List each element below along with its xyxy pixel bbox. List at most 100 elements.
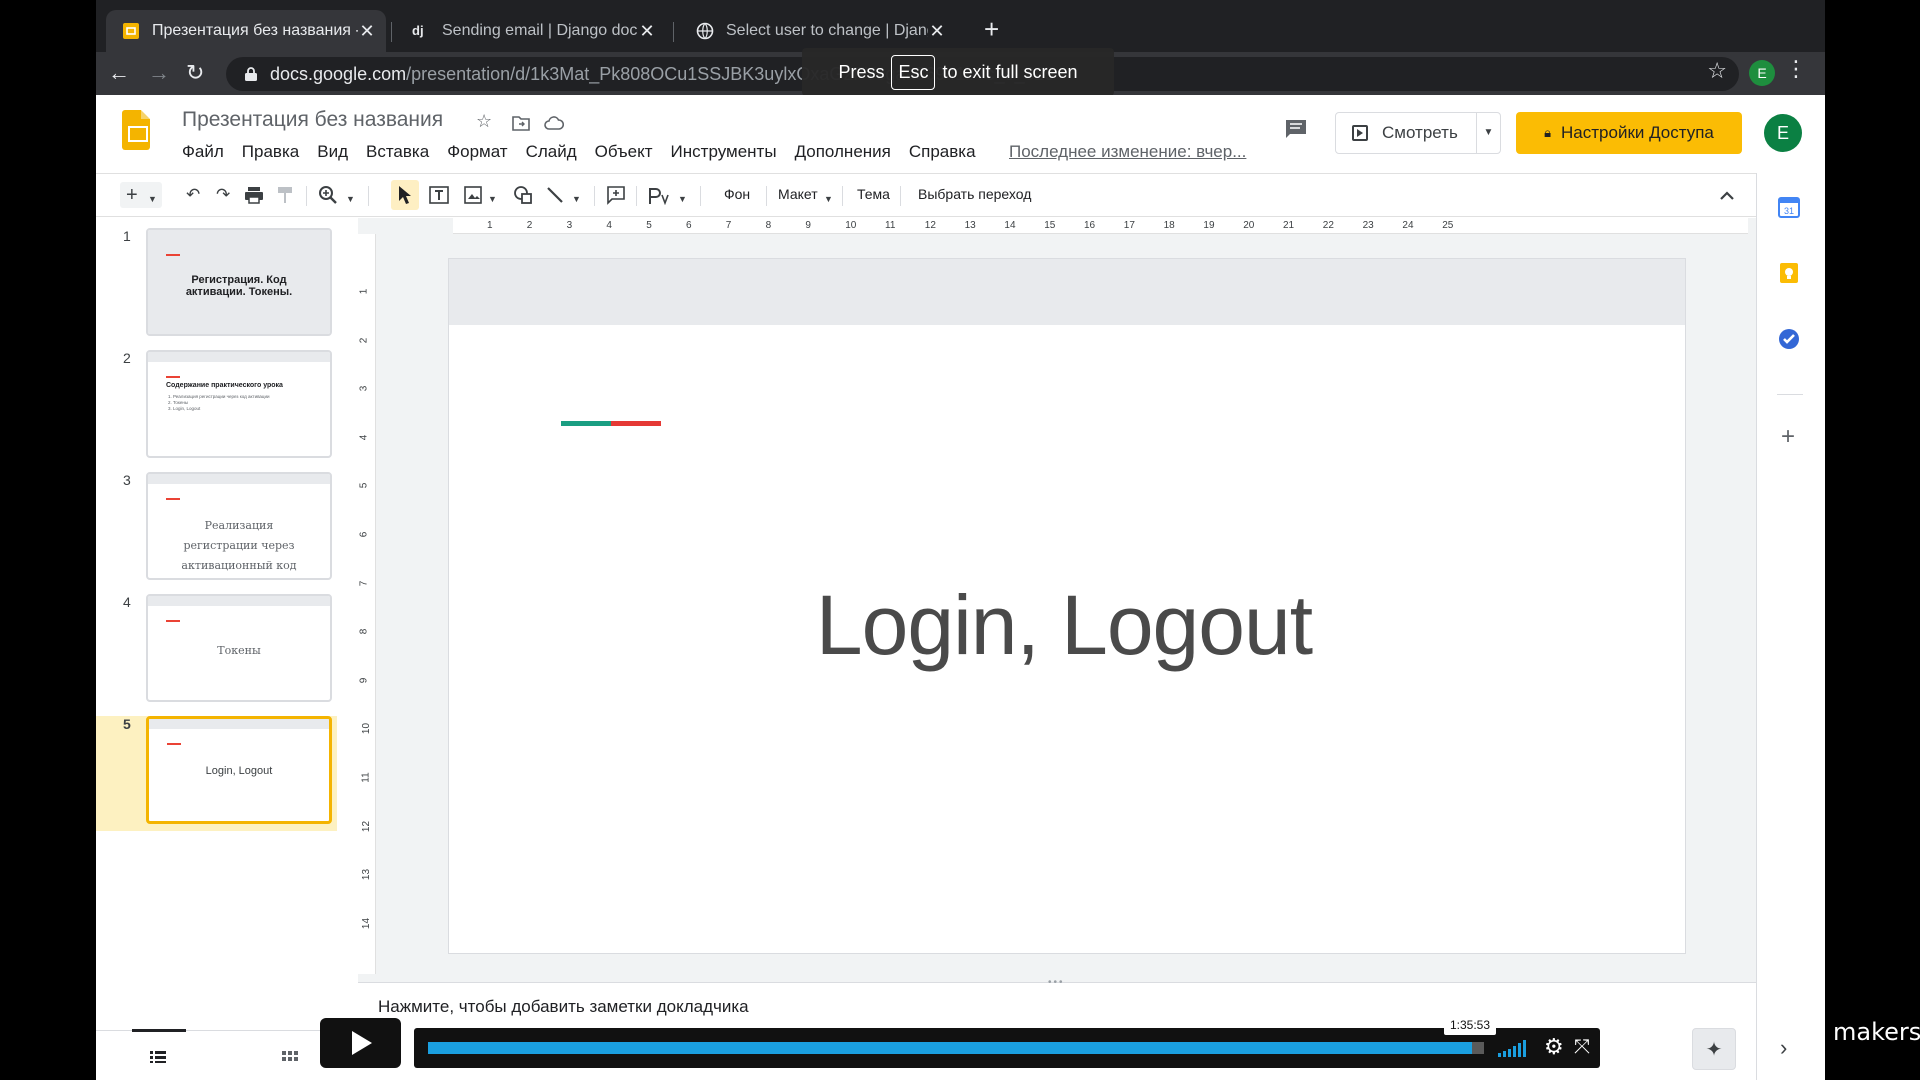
- present-button[interactable]: Смотреть ▼: [1335, 112, 1501, 154]
- menu-addons[interactable]: Дополнения: [795, 142, 891, 162]
- slide-thumbnail-4[interactable]: Токены: [146, 594, 332, 702]
- menu-edit[interactable]: Правка: [242, 142, 299, 162]
- comments-icon[interactable]: [1284, 119, 1308, 139]
- zoom-icon[interactable]: [318, 185, 338, 205]
- svg-text:31: 31: [1784, 206, 1794, 216]
- new-slide-dropdown-icon[interactable]: ▼: [148, 188, 157, 210]
- slides-logo-icon[interactable]: [122, 110, 150, 150]
- ruler-tick-label: 18: [1163, 220, 1175, 231]
- menu-format[interactable]: Формат: [447, 142, 507, 162]
- text-box-icon[interactable]: [428, 185, 450, 205]
- slide-canvas[interactable]: 1 2 3 4 5 6 7 8 9 10 11 12 13 14 15 16 17 18 19 20 21 22 23 24 2…: [358, 218, 1756, 982]
- slide-thumbnail-1[interactable]: Регистрация. Код активации. Токены.: [146, 228, 332, 336]
- screen: Презентация без названия - Go ✕ dj Sendi…: [0, 0, 1920, 1080]
- tasks-icon[interactable]: [1777, 327, 1801, 351]
- menu-tools[interactable]: Инструменты: [671, 142, 777, 162]
- line-icon[interactable]: [546, 186, 564, 204]
- transition-button[interactable]: Выбрать переход: [918, 186, 1031, 202]
- seek-bar[interactable]: [428, 1042, 1484, 1054]
- current-slide[interactable]: Login, Logout: [448, 258, 1686, 954]
- bookmark-star-icon[interactable]: ☆: [1707, 58, 1727, 84]
- undo-icon[interactable]: ↶: [186, 184, 200, 206]
- menu-file[interactable]: Файл: [182, 142, 224, 162]
- theme-button[interactable]: Тема: [857, 186, 890, 202]
- ruler-tick-label: 14: [361, 917, 373, 929]
- shape-icon[interactable]: [512, 185, 534, 205]
- document-title[interactable]: Презентация без названия: [182, 108, 443, 132]
- tab-django-email[interactable]: dj Sending email | Django docum ✕: [396, 10, 666, 52]
- thumb-title: Токены: [217, 644, 261, 657]
- notes-resize-handle[interactable]: •••: [1048, 977, 1065, 988]
- share-label: Настройки Доступа: [1561, 123, 1714, 142]
- image-icon[interactable]: [464, 186, 484, 204]
- keep-icon[interactable]: [1777, 261, 1801, 285]
- new-slide-plus-icon[interactable]: +: [126, 184, 138, 206]
- url-host: docs.google.com: [270, 63, 407, 84]
- fullscreen-icon[interactable]: ⤧: [1574, 1034, 1590, 1060]
- line-dropdown-icon[interactable]: ▼: [572, 188, 581, 210]
- calendar-icon[interactable]: 31: [1777, 195, 1801, 219]
- slide-number: 1: [123, 228, 131, 244]
- input-tools-icon[interactable]: [648, 187, 670, 205]
- image-dropdown-icon[interactable]: ▼: [488, 188, 497, 210]
- filmstrip-view-icon[interactable]: [150, 1051, 166, 1063]
- slide-thumbnail-3[interactable]: Реализация регистрации через активационн…: [146, 472, 332, 580]
- slide-thumbnail-2[interactable]: Содержание практического урока 1. Реализ…: [146, 350, 332, 458]
- ruler-tick-label: 20: [1243, 220, 1255, 231]
- paint-format-icon[interactable]: [276, 186, 294, 204]
- move-folder-icon[interactable]: [512, 115, 530, 131]
- fullscreen-banner: Press Esc to exit full screen: [802, 48, 1114, 96]
- menu-view[interactable]: Вид: [317, 142, 348, 162]
- ruler-tick-label: 9: [358, 677, 370, 684]
- forward-icon[interactable]: →: [148, 62, 170, 84]
- close-tab-icon[interactable]: ✕: [638, 21, 656, 42]
- browser-profile-avatar[interactable]: E: [1749, 60, 1775, 86]
- menu-insert[interactable]: Вставка: [366, 142, 429, 162]
- add-comment-icon[interactable]: [606, 185, 626, 205]
- zoom-dropdown-icon[interactable]: ▼: [346, 188, 355, 210]
- tab-django-admin[interactable]: Select user to change | Django ✕: [680, 10, 956, 52]
- share-button[interactable]: 🔒︎ Настройки Доступа: [1516, 112, 1742, 154]
- toolbar-divider: [842, 186, 843, 206]
- input-tools-dropdown-icon[interactable]: ▼: [678, 188, 687, 210]
- expand-panel-chevron-icon[interactable]: ›: [1780, 1035, 1787, 1061]
- background-button[interactable]: Фон: [724, 186, 750, 202]
- close-tab-icon[interactable]: ✕: [928, 21, 946, 42]
- slide-number: 3: [123, 472, 131, 488]
- lock-icon: [245, 67, 257, 81]
- slide-thumbnail-5[interactable]: Login, Logout: [146, 716, 332, 824]
- toolbar: + ▼ ↶ ↷ ▼ ▼ ▼ ▼ Фон Макет ▼ Тема Выбрать…: [96, 173, 1756, 217]
- new-tab-button[interactable]: +: [984, 14, 999, 44]
- collapse-toolbar-icon[interactable]: [1719, 190, 1735, 200]
- close-tab-icon[interactable]: ✕: [358, 21, 376, 42]
- layout-dropdown-icon[interactable]: ▼: [824, 188, 833, 210]
- account-avatar[interactable]: E: [1764, 114, 1802, 152]
- redo-icon[interactable]: ↷: [216, 184, 230, 206]
- back-icon[interactable]: ←: [108, 62, 130, 84]
- tab-bar: Презентация без названия - Go ✕ dj Sendi…: [96, 0, 1825, 52]
- vertical-ruler: 1 2 3 4 5 6 7 8 9 10 11 12 13 14: [358, 234, 376, 974]
- explore-assist-button[interactable]: ✦: [1692, 1028, 1736, 1070]
- browser-menu-icon[interactable]: ⋮: [1785, 58, 1807, 80]
- filmstrip-view-tabs: [96, 1029, 358, 1080]
- reload-icon[interactable]: ↻: [186, 62, 204, 84]
- volume-icon[interactable]: [1496, 1038, 1530, 1058]
- layout-button[interactable]: Макет: [778, 186, 818, 202]
- play-button[interactable]: [320, 1018, 401, 1068]
- last-edit-link[interactable]: Последнее изменение: вчер...: [1009, 142, 1246, 162]
- grid-view-icon[interactable]: [282, 1051, 298, 1065]
- menu-object[interactable]: Объект: [595, 142, 653, 162]
- thumb-title: Login, Logout: [205, 765, 273, 777]
- star-icon[interactable]: ☆: [476, 111, 492, 132]
- settings-gear-icon[interactable]: ⚙: [1544, 1034, 1564, 1060]
- slide-title[interactable]: Login, Logout: [804, 577, 1324, 674]
- select-arrow-icon[interactable]: [398, 185, 412, 205]
- present-dropdown-icon[interactable]: ▼: [1476, 113, 1500, 153]
- ruler-tick-label: 13: [361, 869, 373, 881]
- get-addons-plus-icon[interactable]: +: [1781, 425, 1795, 449]
- cloud-status-icon[interactable]: [544, 116, 564, 130]
- menu-slide[interactable]: Слайд: [526, 142, 577, 162]
- tab-slides[interactable]: Презентация без названия - Go ✕: [106, 10, 386, 52]
- menu-help[interactable]: Справка: [909, 142, 976, 162]
- print-icon[interactable]: [244, 186, 264, 204]
